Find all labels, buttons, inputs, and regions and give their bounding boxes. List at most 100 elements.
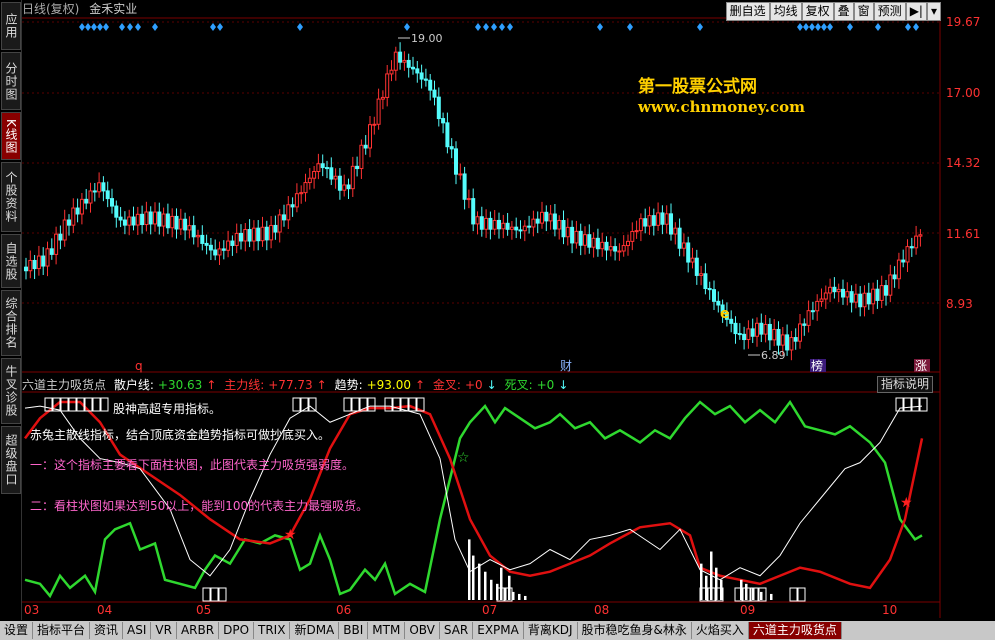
tab-10[interactable]: MTM <box>368 622 406 639</box>
signal-diamond <box>913 23 919 31</box>
candle-body <box>785 334 790 351</box>
tab-8[interactable]: 新DMA <box>290 622 340 639</box>
tab-4[interactable]: VR <box>151 622 177 639</box>
candle-body <box>144 211 149 226</box>
sidebar-item-kline[interactable]: K线图 <box>1 112 21 160</box>
sidebar-item-diagnosis[interactable]: 牛叉诊股 <box>1 358 21 424</box>
date-tick-03: 03 <box>24 603 39 617</box>
tab-17[interactable]: 六道主力吸货点 <box>748 622 842 639</box>
nav-arrow-icon[interactable]: ▶| <box>905 2 927 21</box>
signal-box <box>789 587 798 602</box>
sidebar-item-apps[interactable]: 应用 <box>1 2 21 50</box>
ma-button[interactable]: 均线 <box>769 2 802 21</box>
candle-body <box>557 219 562 230</box>
candle-body <box>875 288 880 301</box>
signal-diamond <box>815 23 821 31</box>
sidebar-item-watchlist[interactable]: 自选股 <box>1 234 21 288</box>
candle-body <box>247 229 252 242</box>
event-mark-up[interactable]: 涨 <box>915 358 927 373</box>
candle-body <box>67 219 71 226</box>
remove-watch-button[interactable]: 删自选 <box>725 2 770 21</box>
candle-body <box>342 184 347 191</box>
sidebar-item-intraday[interactable]: 分时图 <box>1 52 21 110</box>
tab-1[interactable]: 指标平台 <box>33 622 91 639</box>
tab-0[interactable]: 设置 <box>0 622 34 639</box>
candle-body <box>570 226 575 244</box>
volume-bar <box>478 563 481 600</box>
tab-9[interactable]: BBI <box>339 622 369 639</box>
signal-diamond <box>827 23 833 31</box>
tab-11[interactable]: OBV <box>405 622 440 639</box>
candle-body <box>458 173 463 176</box>
candle-body <box>264 226 269 241</box>
candle-body <box>200 234 205 244</box>
candle-body <box>36 255 41 270</box>
volume-bar <box>745 583 748 600</box>
indicator-help-button[interactable]: 指标说明 <box>877 376 934 393</box>
candle-body <box>406 59 411 68</box>
signal-diamond <box>803 23 809 31</box>
candle-body <box>475 216 480 225</box>
tab-6[interactable]: DPO <box>219 622 255 639</box>
event-mark-list[interactable]: 榜 <box>811 358 823 373</box>
signal-diamond <box>79 23 85 31</box>
candle-body <box>436 96 441 120</box>
volume-bar <box>760 591 763 600</box>
sidebar-item-ranking[interactable]: 综合排名 <box>1 290 21 356</box>
volume-bar <box>472 555 475 600</box>
candle-body <box>24 266 28 272</box>
signal-diamond <box>119 23 125 31</box>
candle-body <box>230 240 235 246</box>
candle-body <box>707 288 712 291</box>
tab-14[interactable]: 背离KDJ <box>524 622 578 639</box>
candle-body <box>462 173 467 200</box>
candle-body <box>286 204 291 221</box>
candle-body <box>92 190 97 193</box>
candle-body <box>780 334 785 346</box>
event-mark-q[interactable]: q <box>135 359 143 373</box>
candle-body <box>858 293 863 308</box>
tab-16[interactable]: 火焰买入 <box>692 622 749 639</box>
candle-body <box>243 229 248 242</box>
tab-15[interactable]: 股市稳吃鱼身&林永 <box>578 622 692 639</box>
candle-body <box>531 218 536 228</box>
candle-body <box>552 213 557 230</box>
dropdown-icon[interactable]: ▾ <box>926 2 941 21</box>
date-tick-06: 06 <box>336 603 351 617</box>
candle-body <box>84 198 89 204</box>
candle-body <box>690 257 695 263</box>
signal-diamond <box>404 23 410 31</box>
signal-box <box>68 397 77 412</box>
candle-body <box>836 288 841 293</box>
candle-body <box>101 182 106 192</box>
forecast-button[interactable]: 预测 <box>873 2 906 21</box>
candle-body <box>535 218 540 224</box>
window-button[interactable]: 窗 <box>853 2 874 21</box>
tab-12[interactable]: SAR <box>440 622 474 639</box>
sidebar-item-level2[interactable]: 超级盘口 <box>1 426 21 494</box>
adjust-button[interactable]: 复权 <box>801 2 834 21</box>
period-label[interactable]: 日线(复权) <box>22 2 79 16</box>
candle-body <box>849 291 854 303</box>
tab-2[interactable]: 资讯 <box>90 622 124 639</box>
candle-body <box>329 167 334 180</box>
volume-bar <box>468 539 471 600</box>
candle-body <box>140 213 145 226</box>
chart-area[interactable]: 19.67 17.00 14.32 11.61 8.93 19.00 6.89 … <box>0 0 995 640</box>
candle-body <box>767 323 772 341</box>
tab-7[interactable]: TRIX <box>254 622 291 639</box>
candle-body <box>819 298 824 302</box>
tab-5[interactable]: ARBR <box>177 622 220 639</box>
candle-body <box>712 289 716 302</box>
event-mark-finance[interactable]: 财 <box>560 359 572 373</box>
candle-body <box>750 328 755 337</box>
volume-bar <box>710 551 713 600</box>
candle-body <box>630 230 635 242</box>
tab-3[interactable]: ASI <box>123 622 152 639</box>
overlay-button[interactable]: 叠 <box>833 2 854 21</box>
stock-name: 金禾实业 <box>89 2 138 16</box>
sidebar-item-profile[interactable]: 个股资料 <box>1 162 21 232</box>
tab-13[interactable]: EXPMA <box>473 622 524 639</box>
indicator-name[interactable]: 六道主力吸货点 <box>22 378 106 392</box>
signal-diamond <box>875 23 881 31</box>
